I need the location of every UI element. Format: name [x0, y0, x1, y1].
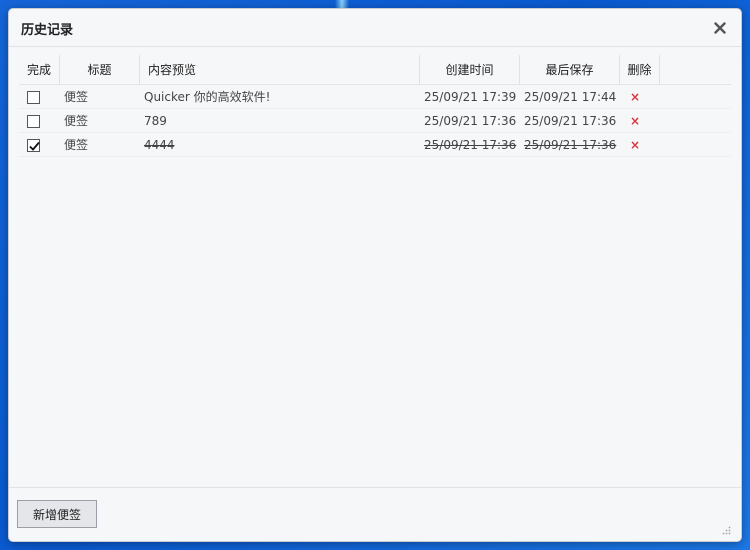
- header-delete[interactable]: 删除: [620, 55, 660, 85]
- table-row: 便签 Quicker 你的高效软件! 25/09/21 17:39 25/09/…: [19, 86, 731, 109]
- row-preview: Quicker 你的高效软件!: [144, 90, 271, 104]
- delete-icon[interactable]: ×: [630, 134, 642, 157]
- done-checkbox[interactable]: [27, 91, 40, 104]
- row-saved: 25/09/21 17:36: [524, 138, 617, 152]
- row-title: 便签: [64, 90, 89, 104]
- add-note-button[interactable]: 新增便签: [17, 500, 97, 528]
- row-preview: 789: [144, 114, 167, 128]
- row-created: 25/09/21 17:36: [424, 138, 517, 152]
- title-bar: 历史记录: [9, 9, 741, 47]
- header-saved[interactable]: 最后保存: [520, 55, 620, 85]
- row-preview: 4444: [144, 138, 175, 152]
- row-created: 25/09/21 17:39: [424, 90, 517, 104]
- done-checkbox[interactable]: [27, 115, 40, 128]
- footer: 新增便签: [9, 487, 741, 541]
- desktop-background-highlight: [335, 0, 349, 8]
- table-row: 便签 4444 25/09/21 17:36 25/09/21 17:36 ×: [19, 134, 731, 157]
- table-row: 便签 789 25/09/21 17:36 25/09/21 17:36 ×: [19, 110, 731, 133]
- close-button[interactable]: [709, 17, 731, 39]
- history-window: 历史记录 完成 标题 内容预览 创建时间 最后保存 删除 便签 Quicker …: [8, 8, 742, 542]
- header-done[interactable]: 完成: [19, 55, 60, 85]
- header-preview[interactable]: 内容预览: [140, 55, 420, 85]
- delete-icon[interactable]: ×: [630, 110, 642, 133]
- close-icon: [714, 22, 726, 34]
- row-title: 便签: [64, 114, 89, 128]
- resize-grip-icon[interactable]: [721, 525, 731, 535]
- row-title: 便签: [64, 138, 89, 152]
- delete-icon[interactable]: ×: [630, 86, 642, 109]
- header-created[interactable]: 创建时间: [420, 55, 520, 85]
- header-title[interactable]: 标题: [60, 55, 140, 85]
- history-table: 完成 标题 内容预览 创建时间 最后保存 删除 便签 Quicker 你的高效软…: [19, 55, 731, 455]
- table-header: 完成 标题 内容预览 创建时间 最后保存 删除: [19, 55, 731, 85]
- window-title: 历史记录: [21, 23, 74, 38]
- done-checkbox[interactable]: [27, 139, 40, 152]
- row-saved: 25/09/21 17:44: [524, 90, 617, 104]
- row-created: 25/09/21 17:36: [424, 114, 517, 128]
- row-saved: 25/09/21 17:36: [524, 114, 617, 128]
- checkmark-icon: [29, 141, 40, 151]
